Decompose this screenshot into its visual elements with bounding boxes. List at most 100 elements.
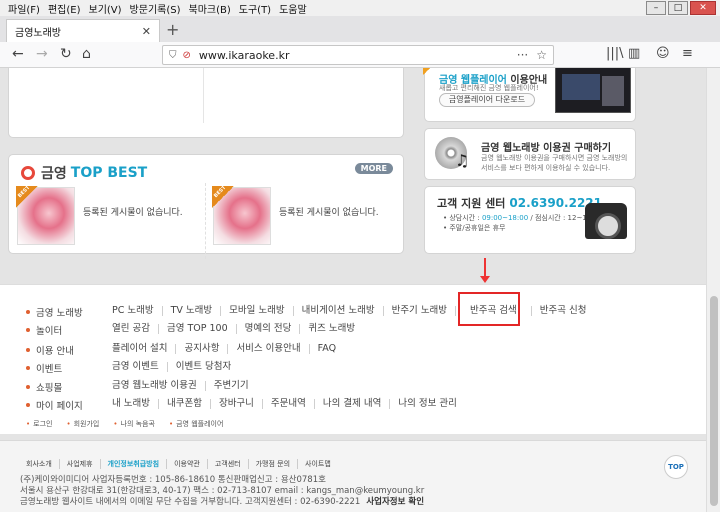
menu-bookmarks[interactable]: 북마크(B)	[189, 1, 231, 16]
sitemap-cat-karaoke[interactable]: 금영 노래방	[26, 305, 83, 319]
link-player-install[interactable]: 플레이어 설치	[112, 344, 175, 354]
address-bar[interactable]: ⛉ ⊘ www.ikaraoke.kr ··· ☆	[162, 45, 554, 65]
link-cart[interactable]: 장바구니	[209, 399, 262, 409]
link-mobile-karaoke[interactable]: 모바일 노래방	[220, 306, 292, 316]
footer-nav: 회사소개 사업제휴 개인정보취급방침 이용약관 고객센터 가맹점 문의 사이트맵	[26, 459, 338, 469]
close-window-button[interactable]: ✕	[690, 1, 716, 15]
sidebar-icon[interactable]: ▥	[628, 46, 640, 61]
sitemap-row-playground: 열린 공감 금영 TOP 100 명예의 전당 퀴즈 노래방	[112, 324, 363, 334]
web-karaoke-sub-2: 서비스를 보다 편하게 이용하실 수 있습니다.	[481, 164, 611, 172]
music-note-icon: ♫	[455, 151, 470, 170]
menu-view[interactable]: 보기(V)	[89, 1, 122, 16]
link-payments[interactable]: 나의 결제 내역	[313, 399, 389, 409]
link-my-recordings[interactable]: 나의 녹음곡	[113, 419, 155, 429]
top-best-title: 금영 TOP BEST	[21, 163, 147, 183]
link-accompaniment-karaoke[interactable]: 반주기 노래방	[382, 306, 455, 316]
link-open-empathy[interactable]: 열린 공감	[112, 324, 158, 334]
sitemap-row-guide: 플레이어 설치 공지사항 서비스 이용안내 FAQ	[112, 344, 344, 354]
footer-franchise[interactable]: 가맹점 문의	[247, 459, 297, 469]
bookmark-star-icon[interactable]: ☆	[536, 48, 547, 62]
best-badge-text: BEST	[16, 184, 32, 200]
menu-file[interactable]: 파일(F)	[8, 1, 40, 16]
sitemap-cat-playground[interactable]: 놀이터	[26, 323, 62, 337]
vertical-scrollbar[interactable]	[706, 68, 720, 512]
maximize-button[interactable]: □	[668, 1, 688, 15]
sitemap-cat-shop[interactable]: 쇼핑몰	[26, 380, 62, 394]
tab-close-icon[interactable]: ✕	[142, 25, 151, 38]
link-top100[interactable]: 금영 TOP 100	[157, 324, 236, 334]
account-icon[interactable]: ☺	[656, 46, 670, 61]
home-icon[interactable]: ⌂	[82, 46, 91, 62]
minimize-button[interactable]: –	[646, 1, 666, 15]
web-player-panel[interactable]: 금영 웹플레이어 이용안내 새롭고 편리해진 금영 웹플레이어! 금영플레이어 …	[423, 68, 636, 122]
link-pc-karaoke[interactable]: PC 노래방	[112, 306, 162, 316]
forward-icon[interactable]: →	[36, 46, 48, 62]
footer-terms[interactable]: 이용약관	[166, 459, 207, 469]
link-peripherals[interactable]: 주변기기	[204, 381, 257, 391]
tracking-protection-icon[interactable]: ⛉	[169, 50, 177, 61]
sitemap-cat-guide[interactable]: 이용 안내	[26, 343, 74, 357]
panel-divider	[203, 68, 204, 123]
sitemap-row-mypage: 내 노래방 내쿠폰함 장바구니 주문내역 나의 결제 내역 나의 정보 관리	[112, 399, 465, 409]
reload-icon[interactable]: ↻	[60, 46, 72, 62]
tab-active[interactable]: 금영노래방 ✕	[6, 19, 160, 42]
url-text[interactable]: www.ikaraoke.kr	[199, 49, 290, 62]
web-player-subtitle: 새롭고 편리해진 금영 웹플레이어!	[439, 84, 539, 92]
link-notice[interactable]: 공지사항	[175, 344, 227, 354]
link-my-coupons[interactable]: 내쿠폰함	[157, 399, 210, 409]
link-events[interactable]: 금영 이벤트	[112, 362, 167, 372]
back-icon[interactable]: ←	[12, 46, 24, 62]
best-thumbnail-1[interactable]: BEST	[16, 184, 75, 245]
link-web-player[interactable]: 금영 웹플레이어	[169, 419, 223, 429]
web-karaoke-title: 금영 웹노래방 이용권 구매하기	[481, 143, 612, 154]
footer-privacy[interactable]: 개인정보취급방침	[99, 459, 167, 469]
best-thumbnail-2[interactable]: BEST	[212, 185, 271, 245]
link-navigation-karaoke[interactable]: 내비게이션 노래방	[292, 306, 383, 316]
link-ticket[interactable]: 금영 웹노래방 이용권	[112, 381, 205, 391]
library-icon[interactable]: |||\	[606, 46, 624, 61]
sitemap-cat-mypage[interactable]: 마이 페이지	[26, 398, 83, 412]
best-empty-text-1: 등록된 게시물이 없습니다.	[83, 208, 183, 218]
link-orders[interactable]: 주문내역	[261, 399, 314, 409]
telephone-icon	[585, 203, 627, 239]
sitemap-cat-event[interactable]: 이벤트	[26, 361, 62, 375]
biz-info-link[interactable]: 사업자정보 확인	[366, 497, 424, 507]
scrollbar-thumb[interactable]	[710, 296, 718, 506]
app-menu-icon[interactable]: ≡	[682, 46, 693, 61]
sitemap-bottom-links: 로그인 회원가입 나의 녹음곡 금영 웹플레이어	[26, 419, 223, 429]
link-tv-karaoke[interactable]: TV 노래방	[161, 306, 221, 316]
link-service-guide[interactable]: 서비스 이용안내	[227, 344, 308, 354]
footer-company[interactable]: 회사소개	[26, 459, 59, 469]
footer-sitemap[interactable]: 사이트맵	[297, 459, 338, 469]
link-faq[interactable]: FAQ	[308, 344, 344, 354]
player-download-button[interactable]: 금영플레이어 다운로드	[439, 93, 535, 107]
support-panel: 고객 지원 센터 02.6390.2221 • 상담시간 : 09:00~18:0…	[424, 186, 636, 254]
page-footer: 회사소개 사업제휴 개인정보취급방침 이용약관 고객센터 가맹점 문의 사이트맵…	[0, 440, 706, 512]
menu-tools[interactable]: 도구(T)	[239, 1, 271, 16]
page-viewport: 금영 TOP BEST MORE BEST 등록된 게시물이 없습니다. BES…	[0, 68, 706, 512]
menu-edit[interactable]: 편집(E)	[48, 1, 81, 16]
menu-bar: 파일(F) 편집(E) 보기(V) 방문기록(S) 북마크(B) 도구(T) 도…	[0, 0, 720, 16]
new-tab-button[interactable]: +	[166, 20, 179, 39]
menu-history[interactable]: 방문기록(S)	[130, 1, 181, 16]
link-quiz-karaoke[interactable]: 퀴즈 노래방	[299, 324, 363, 334]
scroll-top-button[interactable]: TOP	[664, 455, 688, 479]
autoplay-blocked-icon[interactable]: ⊘	[183, 50, 191, 61]
link-song-request[interactable]: 반주곡 신청	[530, 306, 595, 316]
page-actions-icon[interactable]: ···	[517, 48, 528, 62]
top-best-title-a: 금영	[41, 166, 67, 182]
link-hall-of-fame[interactable]: 명예의 전당	[235, 324, 300, 334]
footer-support[interactable]: 고객센터	[206, 459, 248, 469]
menu-help[interactable]: 도움말	[279, 1, 307, 16]
link-my-karaoke[interactable]: 내 노래방	[112, 399, 158, 409]
web-karaoke-panel[interactable]: ♫ 금영 웹노래방 이용권 구매하기 금영 웹노래방 이용권을 구매하시면 금영…	[424, 128, 636, 180]
link-event-winners[interactable]: 이벤트 당첨자	[166, 362, 239, 372]
more-button[interactable]: MORE	[354, 163, 393, 174]
footer-partnership[interactable]: 사업제휴	[58, 459, 100, 469]
best-flag-icon: BEST	[16, 184, 38, 208]
link-signup[interactable]: 회원가입	[66, 419, 100, 429]
annotation-highlight-box	[458, 292, 520, 326]
link-login[interactable]: 로그인	[26, 419, 52, 429]
link-my-info[interactable]: 나의 정보 관리	[389, 399, 464, 409]
new-badge-icon	[423, 68, 437, 75]
